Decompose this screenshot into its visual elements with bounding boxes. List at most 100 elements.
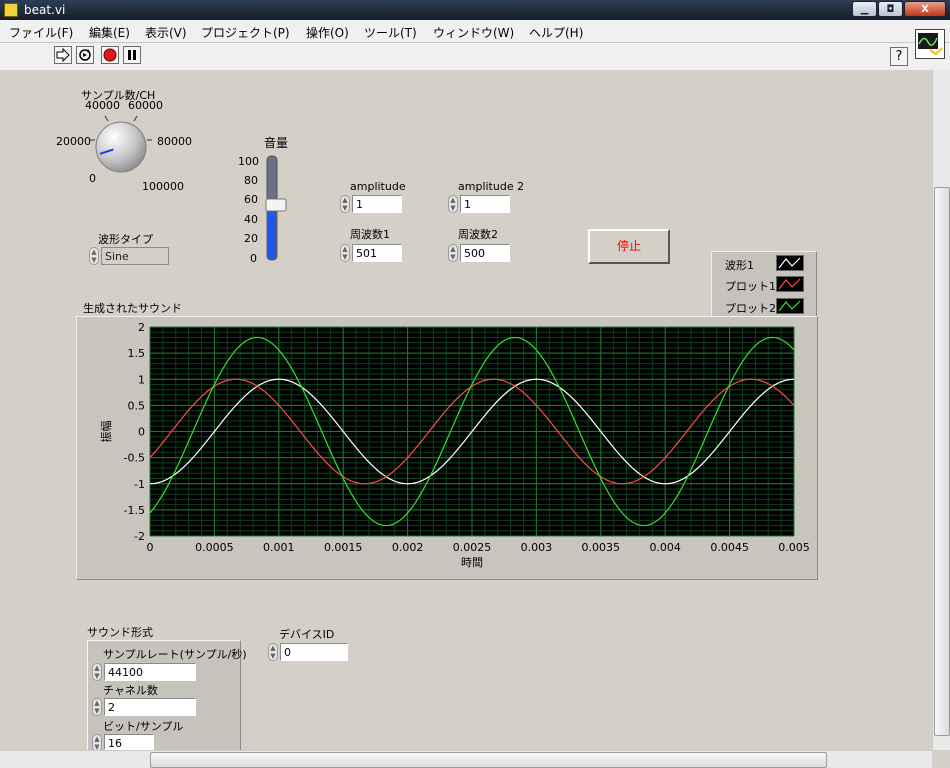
volume-tick-20: 20 [244, 232, 258, 245]
amplitude1-control[interactable]: ▲ ▼ 1 [340, 195, 402, 213]
device-id-control[interactable]: ▲ ▼ 0 [268, 643, 348, 661]
volume-tick-0: 0 [250, 252, 257, 265]
menu-view[interactable]: 表示(V) [145, 24, 187, 41]
amplitude1-label: amplitude [350, 180, 406, 193]
legend-line-icon [778, 300, 801, 312]
volume-slider-track [265, 155, 287, 261]
menu-bar: ファイル(F) 編集(E) 表示(V) プロジェクト(P) 操作(O) ツール(… [0, 20, 950, 43]
legend-item-plot1[interactable]: プロット1 [712, 275, 818, 295]
waveform-plot: 0 0.0005 0.001 0.0015 0.002 0.0025 0.003 0.0035… [99, 321, 810, 569]
run-button[interactable] [54, 46, 72, 64]
amplitude2-label: amplitude 2 [458, 180, 525, 193]
minimize-button[interactable]: ▁ [852, 1, 877, 17]
maximize-button[interactable]: ◘ [878, 1, 903, 17]
waveform-type-ring[interactable]: ▲ ▼ Sine [89, 247, 169, 265]
channels-label: チャネル数 [103, 684, 158, 697]
channels-value[interactable]: 2 [104, 698, 196, 716]
legend-item-waveform1[interactable]: 波形1 [712, 254, 818, 274]
menu-operate[interactable]: 操作(O) [306, 24, 349, 41]
graph-title: 生成されたサウンド [83, 302, 182, 315]
legend-line-icon [778, 278, 801, 290]
vi-icon[interactable] [915, 29, 945, 59]
x-tick-label: 0.0045 [710, 541, 749, 554]
volume-tick-60: 60 [244, 193, 258, 206]
bits-value[interactable]: 16 [104, 734, 154, 750]
menu-window[interactable]: ウィンドウ(W) [433, 24, 514, 41]
freq2-control[interactable]: ▲ ▼ 500 [448, 244, 510, 262]
x-tick-label: 0.0035 [582, 541, 621, 554]
channels-spinner[interactable]: ▲ ▼ [92, 698, 102, 716]
y-tick-label: -1.5 [124, 504, 145, 517]
stop-button[interactable]: 停止 [588, 229, 670, 264]
volume-tick-40: 40 [244, 213, 258, 226]
amplitude2-spinner[interactable]: ▲ ▼ [448, 195, 458, 213]
freq2-value[interactable]: 500 [460, 244, 510, 262]
freq1-label: 周波数1 [350, 228, 390, 241]
sample-rate-value[interactable]: 44100 [104, 663, 196, 681]
menu-file[interactable]: ファイル(F) [9, 24, 73, 41]
toolbar: ? [0, 43, 950, 71]
legend-line-icon [778, 257, 801, 269]
freq2-label: 周波数2 [458, 228, 498, 241]
knob-tick-40000: 40000 [85, 99, 120, 112]
device-id-spinner[interactable]: ▲ ▼ [268, 643, 278, 661]
legend-name: 波形1 [725, 259, 754, 272]
run-continuously-button[interactable] [76, 46, 94, 64]
menu-project[interactable]: プロジェクト(P) [201, 24, 290, 41]
amplitude2-value[interactable]: 1 [460, 195, 510, 213]
abort-button[interactable] [101, 46, 119, 64]
sample-rate-label: サンプルレート(サンプル/秒) [103, 648, 247, 661]
vertical-scroll-thumb[interactable] [934, 187, 950, 736]
knob-tick-20000: 20000 [56, 135, 91, 148]
channels-control[interactable]: ▲ ▼ 2 [92, 698, 196, 716]
freq1-control[interactable]: ▲ ▼ 501 [340, 244, 402, 262]
amplitude2-control[interactable]: ▲ ▼ 1 [448, 195, 510, 213]
pause-icon [128, 50, 136, 60]
run-arrow-icon [56, 47, 70, 63]
x-tick-label: 0.0015 [324, 541, 363, 554]
menu-help[interactable]: ヘルプ(H) [529, 24, 583, 41]
legend-swatch [776, 298, 804, 314]
vertical-scrollbar[interactable] [932, 70, 950, 750]
amplitude1-spinner[interactable]: ▲ ▼ [340, 195, 350, 213]
device-id-label: デバイスID [279, 628, 335, 641]
context-help-button[interactable]: ? [890, 47, 908, 66]
freq1-spinner[interactable]: ▲ ▼ [340, 244, 350, 262]
freq2-spinner[interactable]: ▲ ▼ [448, 244, 458, 262]
horizontal-scrollbar[interactable] [0, 750, 932, 768]
x-tick-label: 0.001 [263, 541, 295, 554]
y-tick-label: 1 [138, 373, 145, 386]
x-tick-label: 0.003 [521, 541, 553, 554]
y-tick-label: -2 [134, 530, 145, 543]
sample-rate-control[interactable]: ▲ ▼ 44100 [92, 663, 196, 681]
y-tick-label: 1.5 [128, 347, 146, 360]
amplitude1-value[interactable]: 1 [352, 195, 402, 213]
samples-per-channel-knob[interactable] [88, 112, 158, 182]
menu-edit[interactable]: 編集(E) [89, 24, 130, 41]
legend-swatch [776, 276, 804, 292]
waveform-type-value[interactable]: Sine [101, 247, 169, 265]
volume-slider[interactable] [262, 152, 290, 266]
close-button[interactable]: X [904, 1, 946, 17]
volume-label: 音量 [264, 136, 289, 150]
title-bar: beat.vi ▁ ◘ X [0, 0, 950, 20]
run-continuously-icon [79, 49, 91, 61]
sample-rate-spinner[interactable]: ▲ ▼ [92, 663, 102, 681]
waveform-graph[interactable]: 0 0.0005 0.001 0.0015 0.002 0.0025 0.003 0.0035… [76, 316, 818, 580]
menu-tools[interactable]: ツール(T) [364, 24, 417, 41]
device-id-value[interactable]: 0 [280, 643, 348, 661]
volume-tick-100: 100 [238, 155, 259, 168]
waveform-icon [918, 33, 943, 56]
horizontal-scroll-thumb[interactable] [150, 752, 827, 768]
waveform-type-spinner[interactable]: ▲ ▼ [89, 247, 99, 265]
bits-label: ビット/サンプル [103, 720, 184, 733]
legend-name: プロット2 [725, 302, 776, 315]
legend-item-plot2[interactable]: プロット2 [712, 297, 818, 317]
y-tick-label: 0 [138, 426, 145, 439]
stop-circle-icon [103, 48, 117, 62]
x-tick-label: 0.0005 [195, 541, 234, 554]
waveform-type-label: 波形タイプ [98, 233, 153, 246]
freq1-value[interactable]: 501 [352, 244, 402, 262]
x-tick-label: 0 [147, 541, 154, 554]
pause-button[interactable] [123, 46, 141, 64]
